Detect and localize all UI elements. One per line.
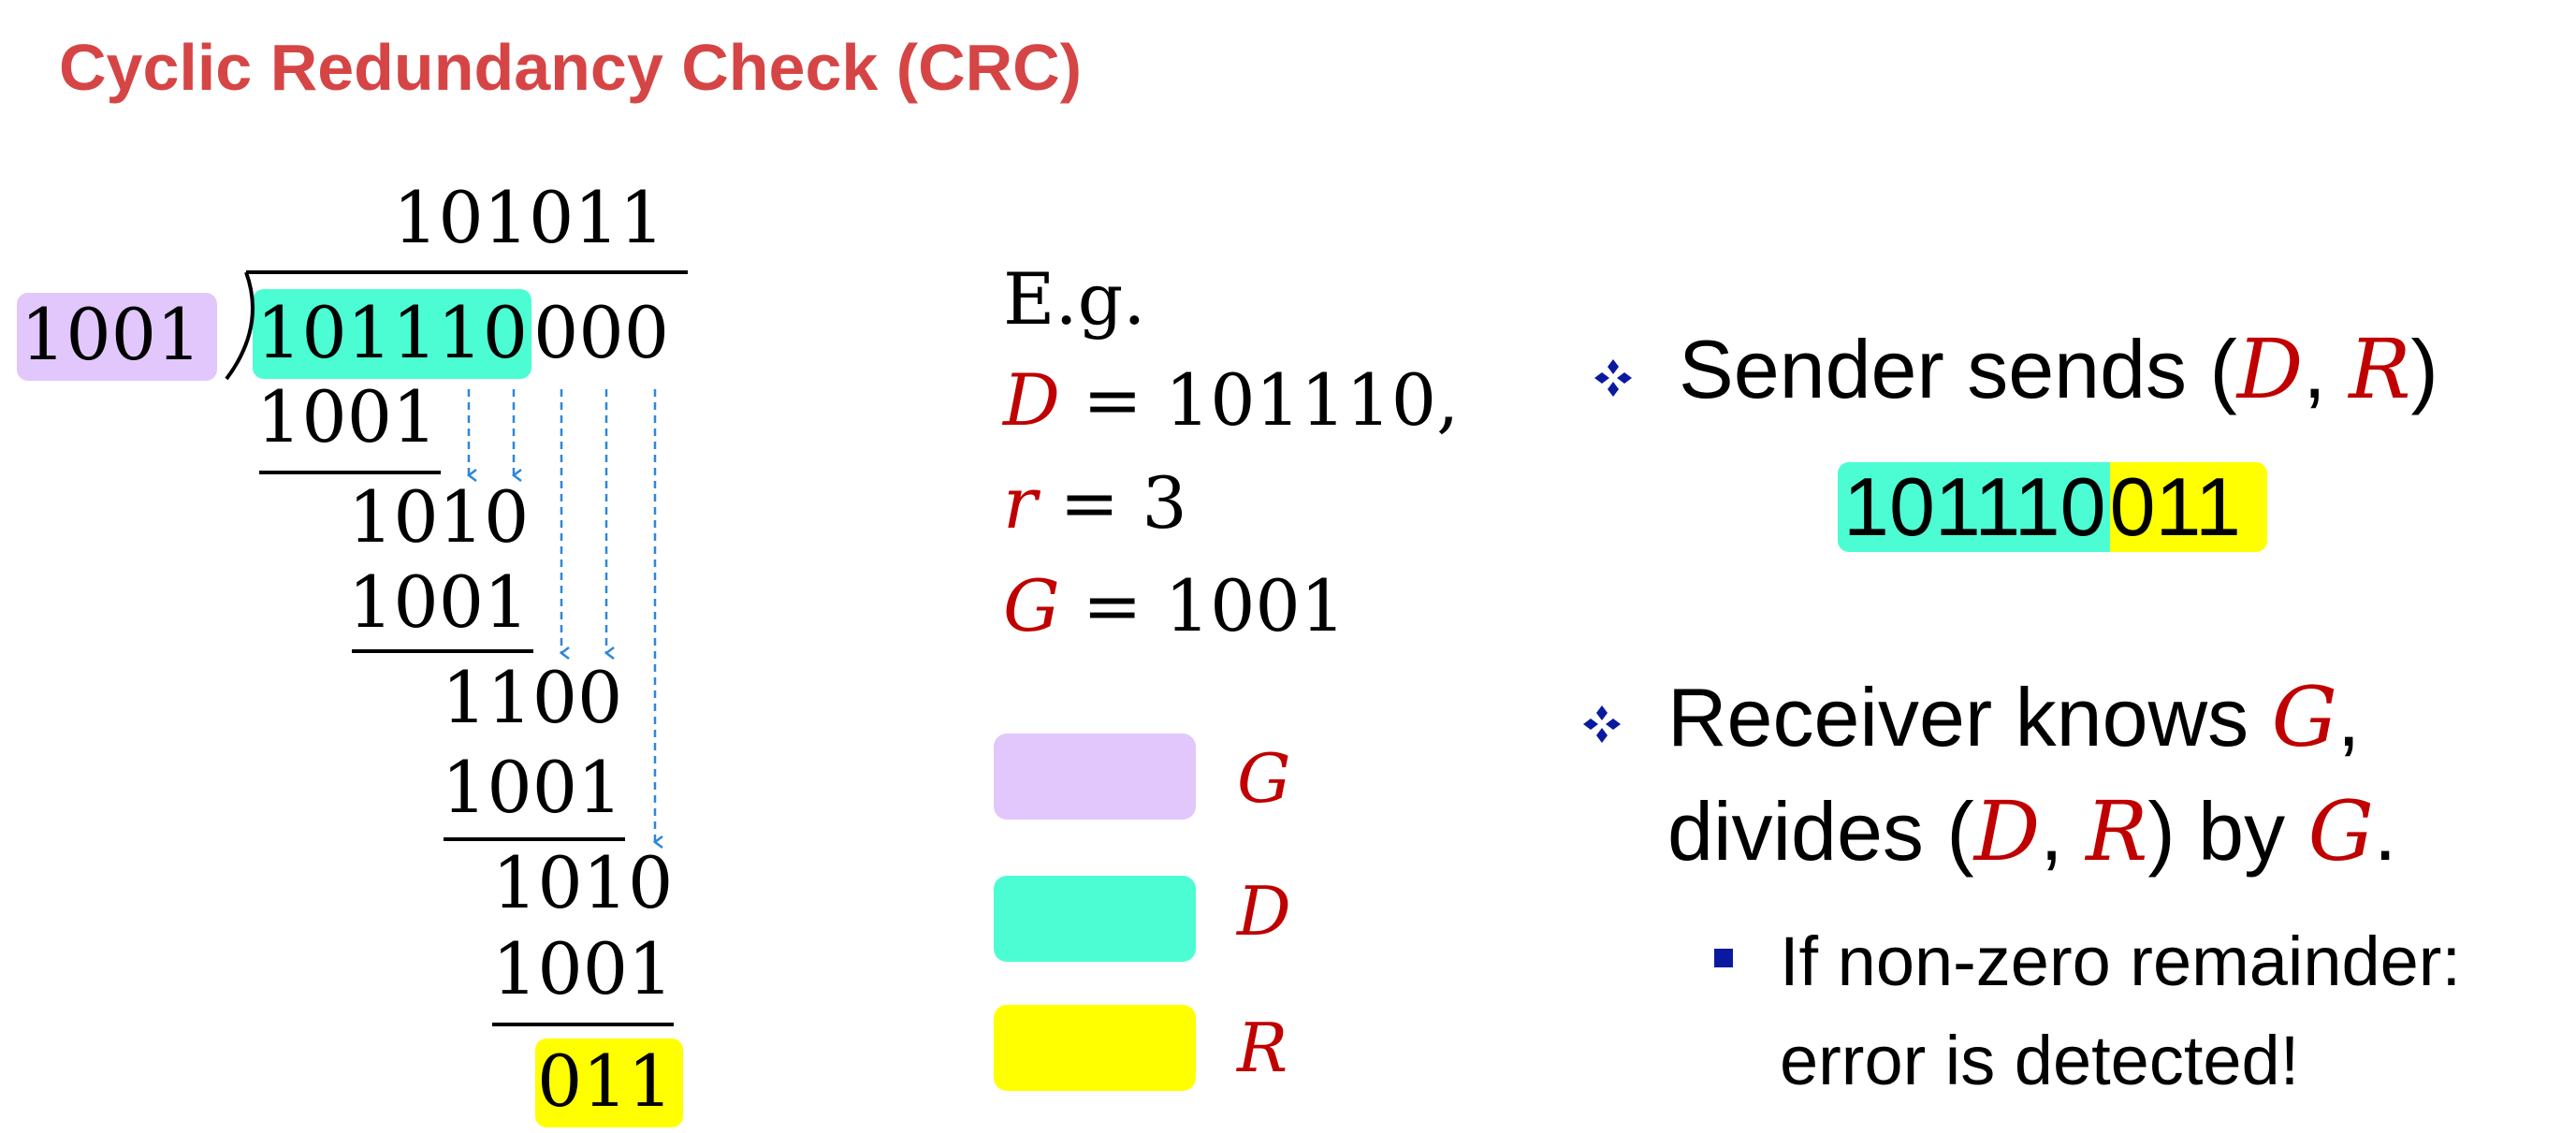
legend-swatch-r — [994, 1005, 1196, 1091]
legend-label-g: G — [1237, 739, 1291, 818]
sender-comma: , — [2303, 323, 2350, 415]
sender-var-r: R — [2349, 321, 2411, 417]
receiver-line-1: Receiver knows G, — [1667, 666, 2360, 769]
variable-d: D — [1003, 358, 1060, 442]
sender-close-paren: ) — [2410, 323, 2438, 415]
variable-g: G — [1003, 564, 1060, 647]
codeword: 101110011 — [1838, 462, 2267, 552]
receiver-var-r: R — [2086, 783, 2148, 879]
example-line-d: D = 101110, — [1003, 354, 1459, 447]
diamond-bullet-icon — [1583, 705, 1621, 743]
receiver-text-part: divides ( — [1667, 785, 1974, 878]
value-d: = 101110, — [1083, 358, 1460, 442]
sender-text-part: Sender sends ( — [1679, 323, 2237, 415]
example-line-r: r = 3 — [1003, 457, 1187, 550]
example-line-g: G = 1001 — [1003, 559, 1346, 653]
legend-label-r: R — [1237, 1009, 1288, 1087]
receiver-var-g2: G — [2307, 783, 2374, 879]
codeword-remainder: 011 — [2109, 462, 2267, 552]
sender-var-d: D — [2236, 321, 2304, 417]
receiver-period: . — [2373, 785, 2397, 878]
receiver-text-part: ) by — [2147, 785, 2308, 878]
diamond-bullet-icon — [1594, 359, 1632, 397]
sub-bullet-line-2: error is detected! — [1780, 1022, 2300, 1099]
sub-bullet-line-1: If non-zero remainder: — [1780, 922, 2462, 1000]
sender-text: Sender sends (D, R) — [1679, 318, 2438, 421]
legend-label-d: D — [1237, 872, 1291, 951]
codeword-data: 101110 — [1838, 462, 2110, 552]
legend-swatch-g — [994, 734, 1196, 820]
receiver-line-2: divides (D, R) by G. — [1667, 780, 2396, 883]
variable-r: r — [1003, 461, 1038, 545]
slide: Cyclic Redundancy Check (CRC) 101011 100… — [0, 0, 2576, 1133]
receiver-var-g: G — [2271, 669, 2337, 765]
receiver-text-part: Receiver knows — [1667, 671, 2272, 763]
receiver-comma: , — [2336, 671, 2361, 763]
example-heading: E.g. — [1003, 257, 1146, 341]
legend-swatch-d — [994, 876, 1196, 962]
value-r: = 3 — [1059, 461, 1187, 545]
square-bullet-icon — [1714, 949, 1733, 967]
receiver-var-d: D — [1973, 783, 2041, 879]
receiver-comma: , — [2040, 785, 2087, 878]
value-g: = 1001 — [1082, 564, 1346, 647]
